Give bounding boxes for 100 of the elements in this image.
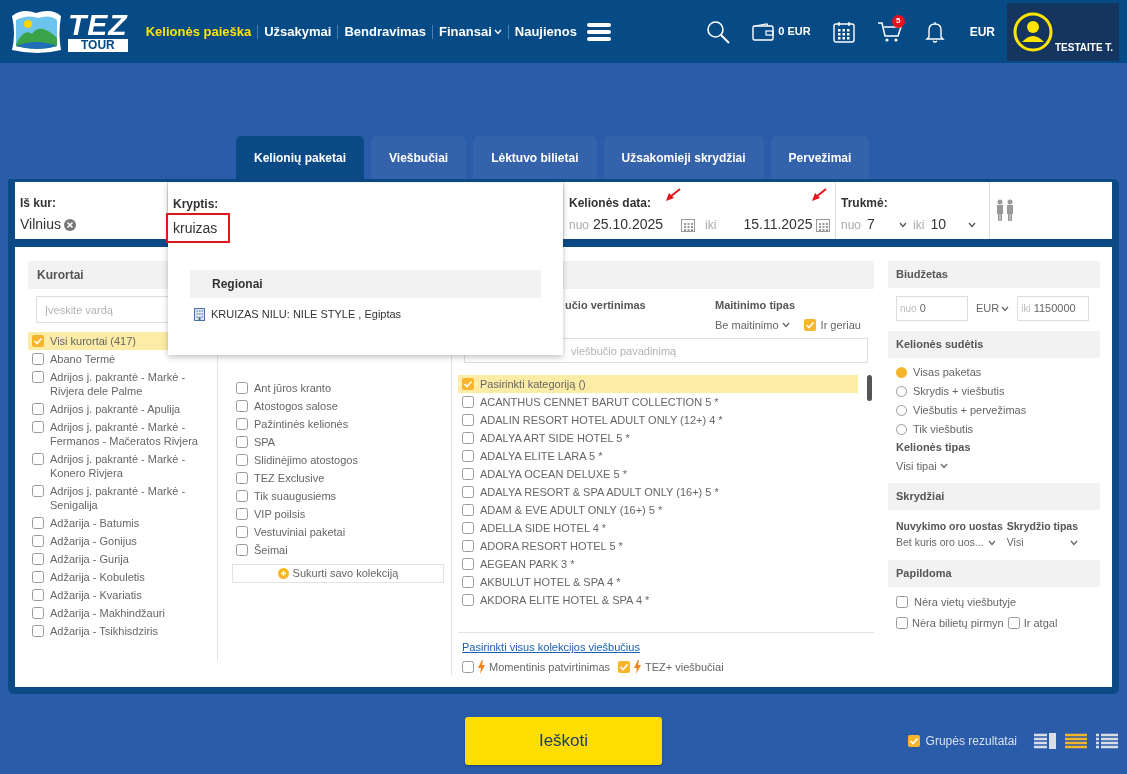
checkbox[interactable]	[462, 558, 474, 570]
checkbox[interactable]	[32, 353, 44, 365]
checkbox[interactable]	[462, 594, 474, 606]
checkbox-label[interactable]: Abano Termė	[50, 352, 116, 366]
nav-link[interactable]: Naujienos	[514, 21, 577, 42]
checkbox[interactable]	[236, 472, 248, 484]
checkbox[interactable]	[32, 589, 44, 601]
checkbox-label[interactable]: Adžarija - Kvariatis	[50, 588, 142, 602]
tab[interactable]: Kelionių paketai	[236, 136, 365, 179]
search-icon[interactable]	[706, 19, 731, 44]
checkbox[interactable]	[32, 553, 44, 565]
checkbox[interactable]	[462, 486, 474, 498]
nav-link[interactable]: Bendravimas	[344, 21, 427, 42]
destination-field[interactable]: kruizas	[166, 213, 230, 243]
checkbox[interactable]	[32, 571, 44, 583]
checkbox[interactable]	[236, 544, 248, 556]
checkbox-label[interactable]: ADORA RESORT HOTEL 5 *	[480, 539, 623, 553]
nav-link[interactable]: Užsakymai	[264, 21, 332, 42]
radio-button[interactable]	[896, 386, 907, 397]
budget-from-field[interactable]: nuo 0	[896, 296, 968, 321]
checkbox[interactable]	[236, 418, 248, 430]
checkbox-label[interactable]: Adžarija - Kobuletis	[50, 570, 145, 584]
checkbox[interactable]	[236, 508, 248, 520]
tab[interactable]: Lėktuvo bilietai	[473, 136, 597, 179]
checkbox[interactable]	[618, 660, 631, 673]
checkbox-label[interactable]: Adrijos j. pakrantė - Apulija	[50, 402, 181, 416]
calendar-icon[interactable]	[832, 20, 855, 43]
checkbox-label[interactable]: ADALIN RESORT HOTEL ADULT ONLY (12+) 4 *	[480, 413, 723, 427]
user-menu[interactable]: TESTAITE T.	[1007, 2, 1119, 61]
checkbox-label[interactable]: TEZ Exclusive	[254, 471, 325, 485]
tab[interactable]: Pervežimai	[770, 136, 870, 179]
radio-button[interactable]	[896, 367, 907, 378]
checkbox-label[interactable]: Momentinis patvirtinimas	[489, 658, 611, 675]
select-all-link[interactable]: Pasirinkti visus kolekcijos viešbučius	[462, 639, 874, 656]
flight-type-select[interactable]: Visi	[1006, 534, 1078, 551]
checkbox[interactable]	[462, 450, 474, 462]
create-collection-button[interactable]: Sukurti savo kolekciją	[232, 564, 444, 583]
checkbox-label[interactable]: ADALYA RESORT & SPA ADULT ONLY (16+) 5 *	[480, 485, 719, 499]
travelers-icon[interactable]	[995, 199, 1015, 221]
checkbox-label[interactable]: Ir atgal	[1023, 615, 1058, 632]
radio-label[interactable]: Skrydis + viešbutis	[913, 383, 1005, 400]
checkbox[interactable]	[462, 414, 474, 426]
checkbox-label[interactable]: Adrijos j. pakrantė - Markė - Fermanos - Mačeratos Rivjera	[50, 420, 203, 448]
checkbox-label[interactable]: Šeimai	[254, 543, 288, 557]
tab[interactable]: Užsakomieji skrydžiai	[603, 136, 764, 179]
clear-icon[interactable]	[64, 218, 76, 231]
checkbox-label[interactable]: ADAM & EVE ADULT ONLY (16+) 5 *	[480, 503, 663, 517]
checkbox[interactable]	[32, 453, 44, 465]
checkbox[interactable]	[1007, 617, 1020, 630]
checkbox-label[interactable]: AKDORA ELITE HOTEL & SPA 4 *	[480, 593, 650, 607]
checkbox[interactable]	[462, 660, 474, 673]
checkbox-label[interactable]: ACANTHUS CENNET BARUT COLLECTION 5 *	[480, 395, 719, 409]
select-field[interactable]: 10	[930, 214, 977, 235]
checkbox-label[interactable]: Adrijos j. pakrantė - Markė - Rivjera dele Palme	[50, 370, 203, 398]
checkbox-label[interactable]: AEGEAN PARK 3 *	[480, 557, 575, 571]
checkbox-label[interactable]: ADALYA OCEAN DELUXE 5 *	[480, 467, 627, 481]
meal-select[interactable]: Be maitinimo	[715, 316, 790, 333]
checkbox[interactable]	[907, 735, 920, 747]
checkbox-label[interactable]: Pažintinės kelionės	[254, 417, 349, 431]
date-value[interactable]: 25.10.2025	[593, 214, 664, 235]
checkbox-label[interactable]: Ant jūros kranto	[254, 381, 332, 395]
tab[interactable]: Viešbučiai	[371, 136, 467, 179]
checkbox[interactable]	[236, 382, 248, 394]
radio-label[interactable]: Visas paketas	[913, 364, 982, 381]
checkbox-label[interactable]: Atostogos salose	[254, 399, 338, 413]
checkbox-label[interactable]: Adžarija - Gonijus	[50, 534, 137, 548]
list-view-icon[interactable]	[1065, 733, 1087, 749]
checkbox[interactable]	[32, 485, 44, 497]
checkbox[interactable]	[236, 400, 248, 412]
radio-button[interactable]	[896, 424, 907, 435]
checkbox[interactable]	[462, 576, 474, 588]
checkbox-label[interactable]: Nėra vietų viešbutyje	[914, 593, 1017, 610]
checkbox-label[interactable]: Vestuviniai paketai	[254, 525, 346, 539]
checkbox[interactable]	[32, 535, 44, 547]
checkbox[interactable]	[462, 432, 474, 444]
checkbox[interactable]	[462, 504, 474, 516]
checkbox-label[interactable]: TEZ+ viešbučiai	[645, 658, 724, 675]
currency-selector[interactable]: EUR	[969, 22, 995, 41]
checkbox-label[interactable]: Nėra bilietų pirmyn	[912, 615, 1004, 632]
checkbox-label[interactable]: ADALYA ELITE LARA 5 *	[480, 449, 603, 463]
checkbox[interactable]	[32, 421, 44, 433]
checkbox-label[interactable]: Adrijos j. pakrantė - Markė - Senigalija	[50, 484, 203, 512]
checkbox-label[interactable]: Ir geriau	[820, 316, 861, 333]
bell-icon[interactable]	[924, 20, 945, 43]
checkbox-label[interactable]: Adrijos j. pakrantė - Markė - Konero Rivjera	[50, 452, 203, 480]
date-value[interactable]: 15.11.2025	[743, 214, 813, 235]
checkbox[interactable]	[236, 436, 248, 448]
scrollbar-thumb[interactable]	[867, 375, 872, 401]
select-field[interactable]: 7	[867, 214, 908, 235]
airport-select[interactable]: Bet kuris oro uos...	[896, 534, 1003, 551]
checkbox-label[interactable]: Adžarija - Tsikhisdziris	[50, 624, 158, 638]
menu-icon[interactable]	[586, 21, 611, 42]
checkbox[interactable]	[236, 526, 248, 538]
wallet-link[interactable]: 0 EUR	[752, 22, 811, 41]
currency-select[interactable]: EUR	[976, 300, 1010, 317]
checkbox[interactable]	[896, 595, 908, 608]
search-button[interactable]: Ieškoti	[465, 717, 662, 765]
checkbox[interactable]	[462, 522, 474, 534]
list-view-icon[interactable]	[1096, 733, 1118, 749]
checkbox[interactable]	[462, 540, 474, 552]
